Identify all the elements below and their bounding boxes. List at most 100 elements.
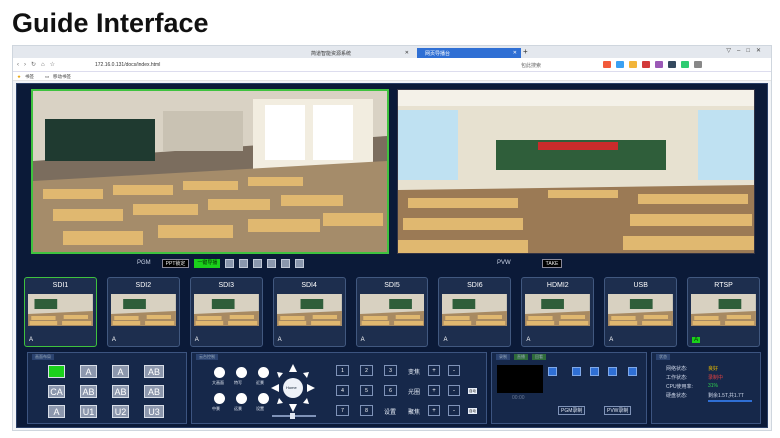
source-flag[interactable]: A [609,337,613,343]
speed-slider[interactable] [272,413,316,419]
source-flag[interactable]: A [112,337,116,343]
new-tab-icon[interactable]: + [523,47,528,56]
folder-icon[interactable] [608,367,617,376]
source-card-hdmi2[interactable]: HDMI2 A [521,277,595,347]
layout-button[interactable]: A [80,365,97,378]
preset-number-button[interactable]: 7 [336,405,349,416]
record-icon[interactable] [548,367,557,376]
iris-minus-button[interactable]: - [448,385,460,396]
person-icon[interactable] [258,367,269,378]
extension-icon[interactable] [668,61,676,68]
source-flag[interactable]: A [195,337,199,343]
preset-number-button[interactable]: 5 [360,385,373,396]
layout-button[interactable]: U3 [144,405,164,418]
live-icon[interactable] [572,367,581,376]
iris-plus-button[interactable]: + [428,385,440,396]
left-arrow-icon[interactable] [271,384,279,392]
pvw-monitor[interactable] [397,89,755,254]
source-flag[interactable]: A [692,337,701,343]
layout-button[interactable]: U2 [112,405,129,418]
extension-icon[interactable] [616,61,624,68]
ptz-settings-button[interactable]: 设置 [384,407,396,416]
zoom-plus-button[interactable]: + [428,365,440,376]
pgm-record-button[interactable]: PGM录制 [558,406,586,415]
up-left-arrow-icon[interactable] [277,372,283,378]
settings-icon[interactable] [258,393,269,404]
preset-number-button[interactable]: 4 [336,385,349,396]
layout-button[interactable]: U1 [80,405,97,418]
person-icon[interactable] [214,367,225,378]
source-card-sdi5[interactable]: SDI5 A [355,277,429,347]
up-arrow-icon[interactable] [289,364,297,372]
extension-icons[interactable] [603,61,702,68]
ppt-lock-button[interactable]: PPT锁定 [161,258,190,268]
layout-button[interactable]: A [48,405,65,418]
source-card-rtsp[interactable]: RTSP A [687,277,761,347]
bookmark-item[interactable]: 书签 [25,74,34,80]
extension-icon[interactable] [655,61,663,68]
layout-button[interactable]: AB [112,385,129,398]
layout-button[interactable]: AB [80,385,97,398]
source-card-sdi1[interactable]: SDI1 A [24,277,97,347]
source-card-sdi2[interactable]: SDI2 A [106,277,180,347]
nav-arrows-icon[interactable]: ‹›↻⌂☆ [17,61,60,68]
playback-icon[interactable] [590,367,599,376]
extension-icon[interactable] [642,61,650,68]
iris-auto-button[interactable]: 自动 [468,388,477,394]
take-button[interactable]: TAKE [541,258,563,268]
down-arrow-icon[interactable] [289,404,297,412]
window-controls[interactable]: ▽–□✕ [726,47,767,54]
layout-button[interactable]: AB [144,385,164,398]
layout-button[interactable]: CA [48,385,65,398]
pgm-monitor[interactable] [31,89,389,254]
grid-icon[interactable] [253,258,263,268]
layout-button[interactable]: AB [144,365,164,378]
layout-button[interactable]: A [112,365,129,378]
preset-number-button[interactable]: 1 [336,365,349,376]
record-tab[interactable]: 回看 [532,354,546,360]
source-flag[interactable]: A [443,337,447,343]
focus-plus-button[interactable]: + [428,405,440,416]
right-arrow-icon[interactable] [307,384,315,392]
close-icon[interactable]: ✕ [405,50,409,56]
slider-handle[interactable] [290,413,295,419]
tab-resource-system[interactable]: 简道智能资源系统 ✕ [303,48,413,58]
extension-icon[interactable] [603,61,611,68]
preset-number-button[interactable]: 2 [360,365,373,376]
pvw-record-button[interactable]: PVW录制 [604,406,632,415]
source-flag[interactable]: A [526,337,530,343]
record-tab[interactable]: 录制 [496,354,510,360]
source-card-sdi6[interactable]: SDI6 A [438,277,512,347]
group-icon[interactable] [236,393,247,404]
source-flag[interactable]: A [361,337,365,343]
url-field[interactable]: 172.16.0.131/docs/index.html [95,62,160,68]
focus-auto-button[interactable]: 自动 [468,408,477,414]
down-right-arrow-icon[interactable] [303,398,309,404]
extension-icon[interactable] [694,61,702,68]
source-card-sdi4[interactable]: SDI4 A [272,277,346,347]
extension-icon[interactable] [629,61,637,68]
group-icon[interactable] [214,393,225,404]
screen-icon[interactable] [267,258,277,268]
layout-button[interactable] [48,365,65,378]
camera-icon[interactable] [239,258,249,268]
source-flag[interactable]: A [29,337,33,343]
source-card-usb[interactable]: USB A [604,277,678,347]
preset-number-button[interactable]: 8 [360,405,373,416]
preset-number-button[interactable]: 3 [384,365,397,376]
close-icon[interactable]: ✕ [513,50,517,56]
source-card-sdi3[interactable]: SDI3 A [189,277,263,347]
stop-icon[interactable] [295,258,305,268]
one-key-direct-button[interactable]: 一键导播 [194,258,221,268]
preset-number-button[interactable]: 6 [384,385,397,396]
pause-icon[interactable] [281,258,291,268]
extension-icon[interactable] [681,61,689,68]
focus-minus-button[interactable]: - [448,405,460,416]
down-left-arrow-icon[interactable] [277,398,283,404]
zoom-minus-button[interactable]: - [448,365,460,376]
bookmark-item[interactable]: 移动书签 [53,74,71,80]
record-tab[interactable]: 直播 [514,354,528,360]
up-right-arrow-icon[interactable] [303,372,309,378]
export-icon[interactable] [628,367,637,376]
person-icon[interactable] [236,367,247,378]
